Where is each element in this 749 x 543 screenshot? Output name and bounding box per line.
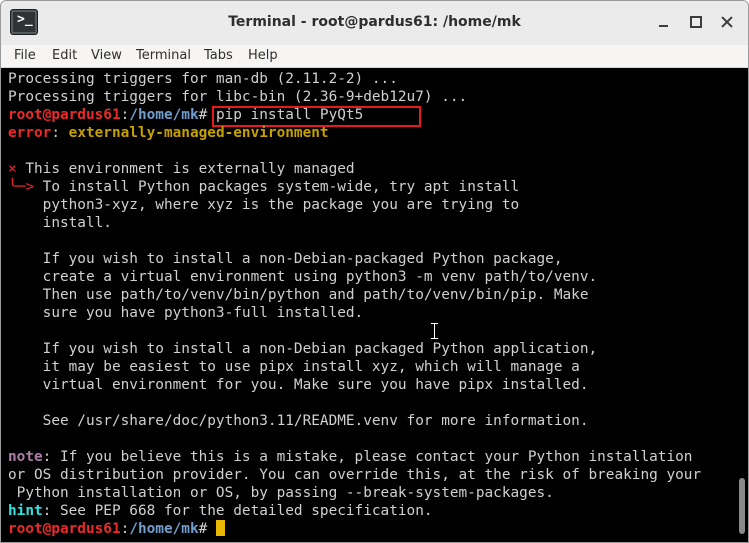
output-line: ╰─> To install Python packages system-wi…: [8, 178, 519, 196]
output-line: Processing triggers for libc-bin (2.36-9…: [8, 89, 468, 105]
output-line: Python installation or OS, by passing --…: [8, 485, 554, 501]
output-line: Then use path/to/venv/bin/python and pat…: [8, 287, 589, 303]
error-x-icon: ×: [8, 161, 17, 177]
prompt-separator: :: [120, 521, 130, 537]
note-text: : If you believe this is a mistake, plea…: [42, 449, 693, 465]
close-icon: [720, 15, 734, 29]
note-line: note: If you believe this is a mistake, …: [8, 448, 692, 466]
menu-terminal[interactable]: Terminal: [136, 48, 191, 63]
title-bar[interactable]: >_ Terminal - root@pardus61: /home/mk: [1, 1, 748, 45]
hint-label: hint: [8, 503, 43, 519]
maximize-icon: [690, 16, 702, 28]
output-line: If you wish to install a non-Debian-pack…: [8, 251, 563, 267]
menu-file[interactable]: File: [14, 48, 36, 63]
output-line: × This environment is externally managed: [8, 160, 355, 178]
error-label: error: [8, 125, 52, 141]
menu-help[interactable]: Help: [248, 48, 278, 63]
arrow-icon: ╰─>: [8, 179, 34, 195]
output-line: create a virtual environment using pytho…: [8, 269, 598, 285]
menu-tabs[interactable]: Tabs: [204, 48, 233, 63]
error-line: error: externally-managed-environment: [8, 124, 329, 142]
minimize-icon: [658, 25, 668, 27]
message-text: To install Python packages system-wide, …: [34, 179, 520, 195]
menu-view[interactable]: View: [91, 48, 122, 63]
terminal-window: >_ Terminal - root@pardus61: /home/mk Fi…: [0, 0, 749, 543]
output-line: sure you have python3-full installed.: [8, 305, 364, 321]
prompt-user: root@pardus61: [8, 521, 121, 537]
terminal-output[interactable]: Processing triggers for man-db (2.11.2-2…: [1, 68, 748, 542]
active-prompt-line[interactable]: root@pardus61:/home/mk#: [8, 520, 225, 538]
prompt-separator: :: [120, 107, 130, 123]
output-line: or OS distribution provider. You can ove…: [8, 467, 702, 483]
text-cursor: [215, 520, 225, 536]
output-line: virtual environment for you. Make sure y…: [8, 377, 589, 393]
menu-edit[interactable]: Edit: [52, 48, 77, 63]
scrollbar[interactable]: [736, 68, 748, 542]
prompt-end: #: [198, 521, 216, 537]
prompt-path: /home/mk: [129, 521, 199, 537]
error-colon: :: [51, 125, 69, 141]
hint-line: hint: See PEP 668 for the detailed speci…: [8, 502, 433, 520]
minimize-button[interactable]: [651, 10, 675, 34]
output-line: python3-xyz, where xyz is the package yo…: [8, 197, 520, 213]
menu-bar: File Edit View Terminal Tabs Help: [1, 45, 748, 68]
ibeam-cursor-icon: [431, 323, 439, 339]
close-button[interactable]: [715, 10, 739, 34]
scrollbar-thumb[interactable]: [739, 478, 745, 534]
window-title: Terminal - root@pardus61: /home/mk: [228, 14, 521, 30]
note-label: note: [8, 449, 43, 465]
output-line: If you wish to install a non-Debian pack…: [8, 341, 598, 357]
output-line: it may be easiest to use pipx install xy…: [8, 359, 580, 375]
hint-text: : See PEP 668 for the detailed specifica…: [42, 503, 433, 519]
maximize-button[interactable]: [684, 10, 708, 34]
prompt-path: /home/mk: [129, 107, 199, 123]
prompt-user: root@pardus61: [8, 107, 121, 123]
output-line: See /usr/share/doc/python3.11/README.ven…: [8, 413, 589, 429]
env-managed-text: This environment is externally managed: [16, 161, 355, 177]
error-text: externally-managed-environment: [68, 125, 329, 141]
output-line: install.: [8, 215, 112, 231]
output-line: Processing triggers for man-db (2.11.2-2…: [8, 71, 398, 87]
